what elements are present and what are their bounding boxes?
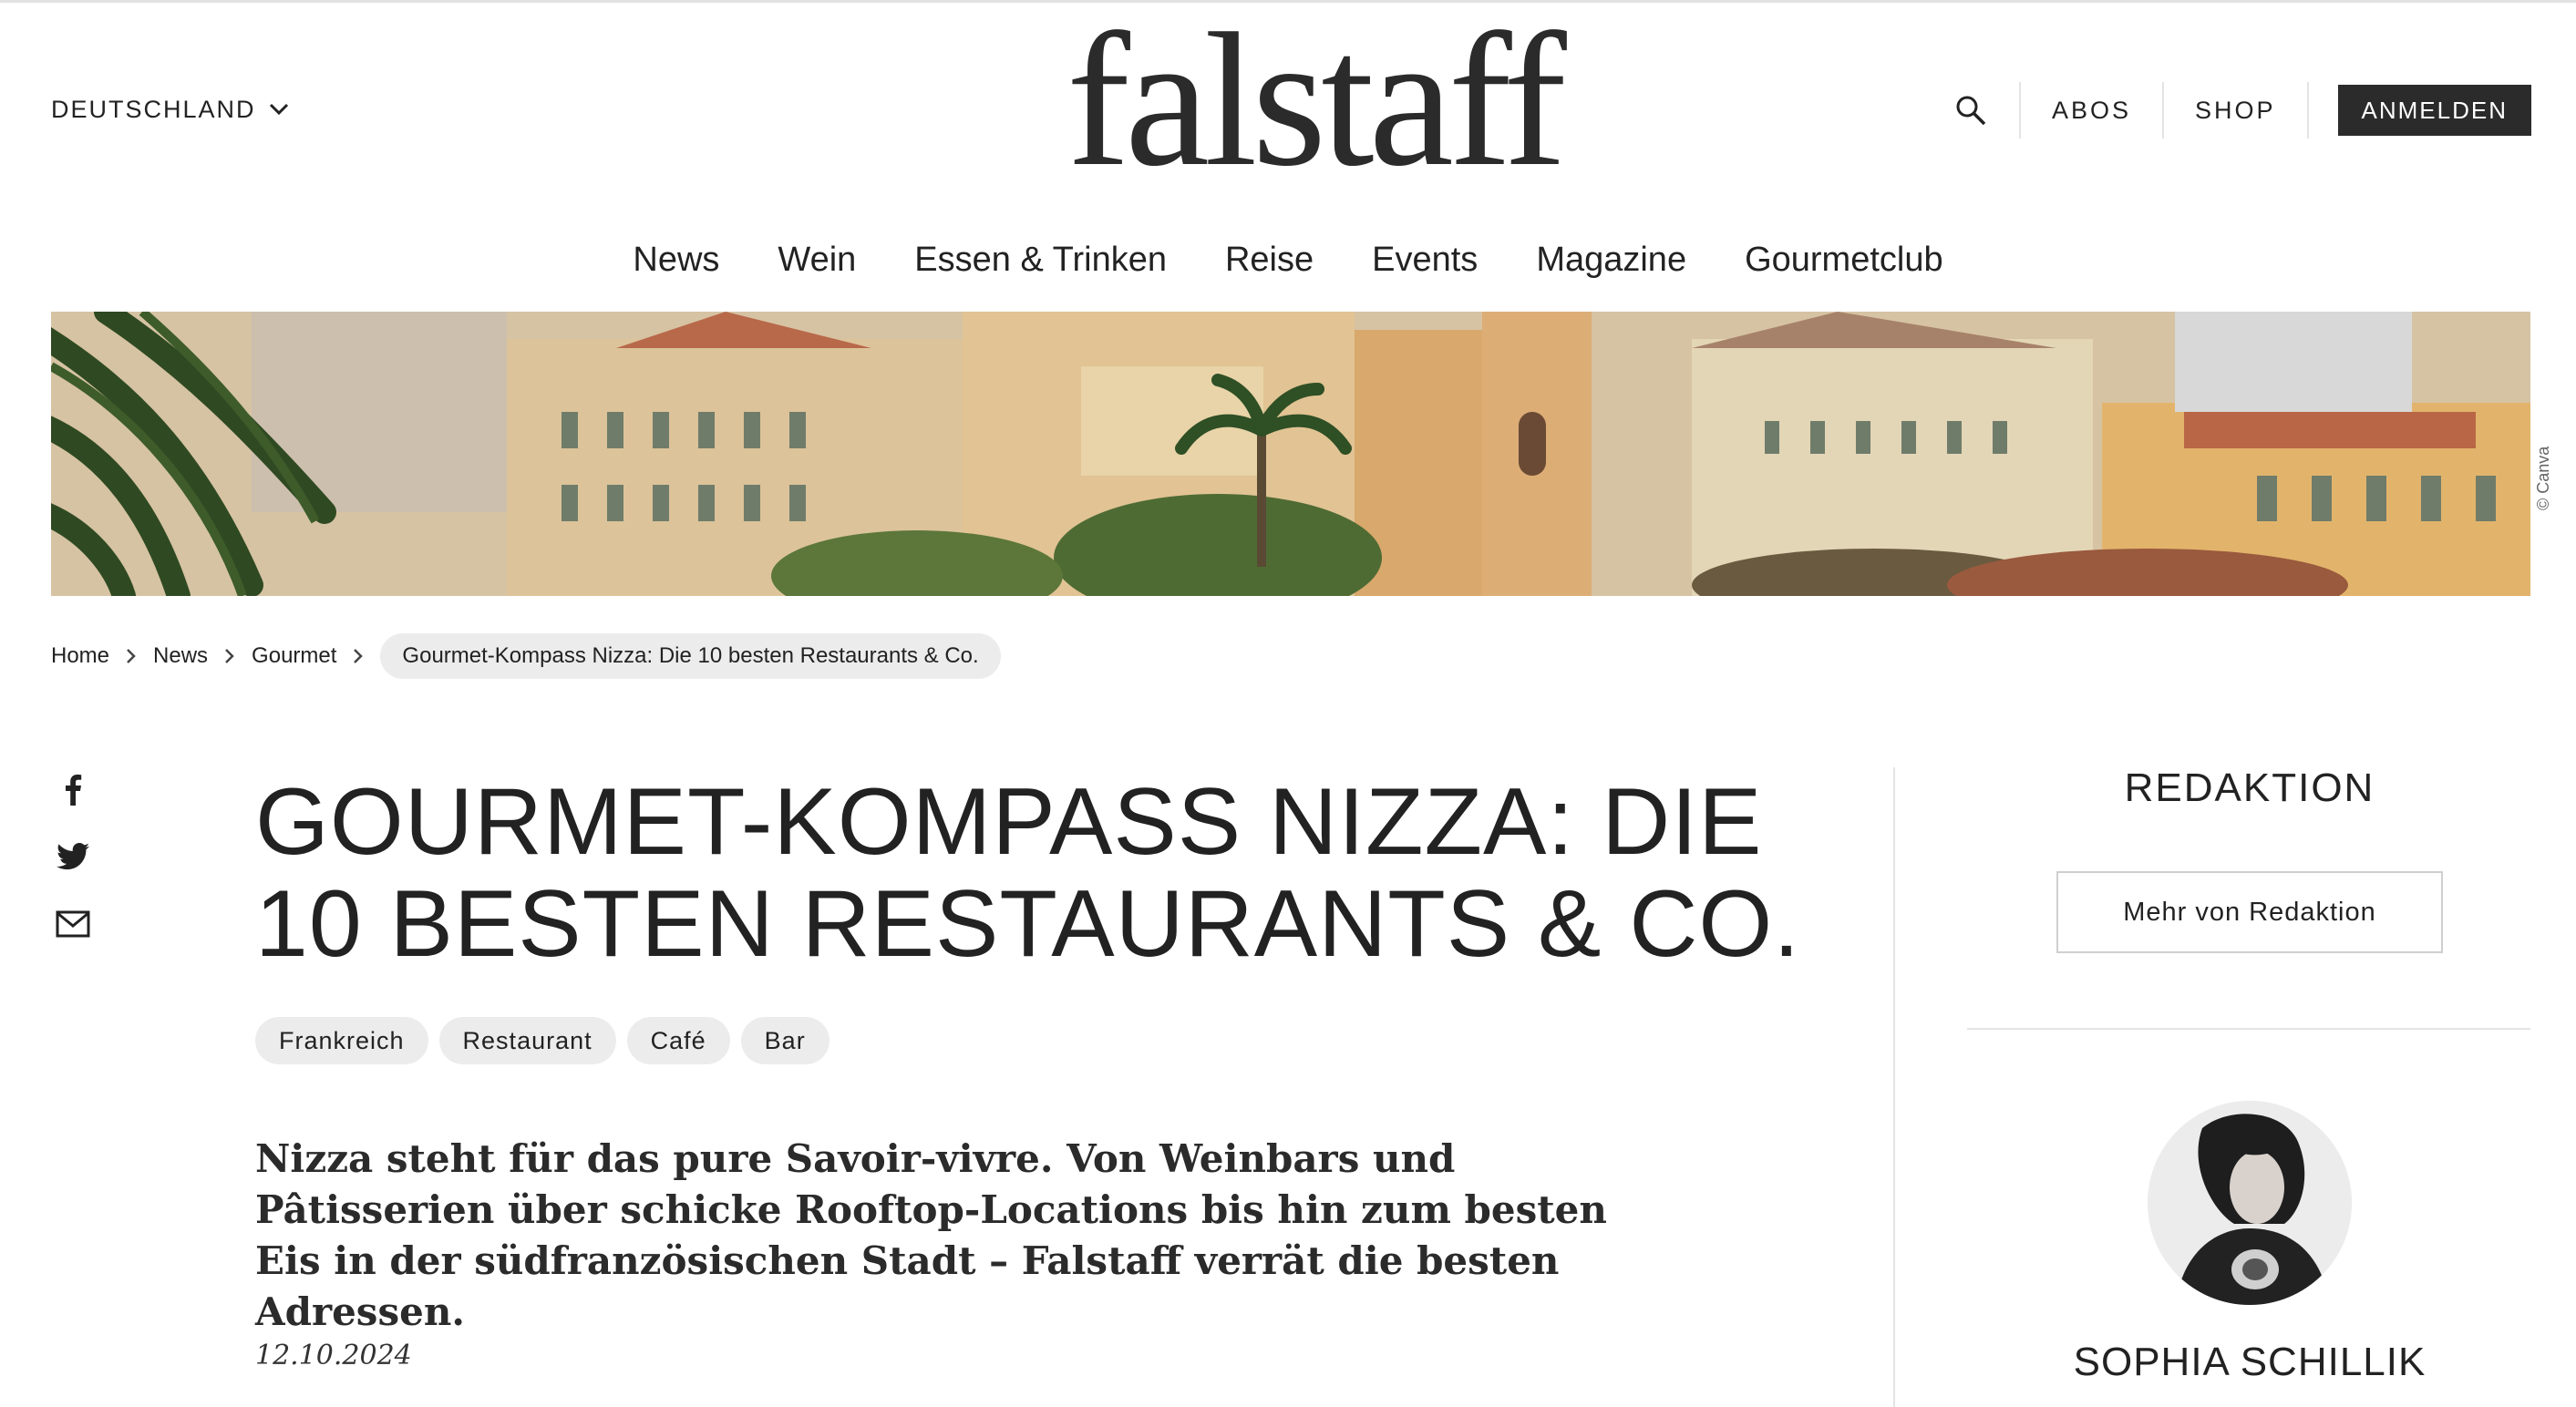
nav-item-events[interactable]: Events <box>1372 228 1478 292</box>
tag-frankreich[interactable]: Frankreich <box>255 1017 428 1064</box>
mail-icon <box>56 910 90 938</box>
nav-item-news[interactable]: News <box>633 228 719 292</box>
cityscape-illustration <box>51 312 2530 596</box>
tag-restaurant[interactable]: Restaurant <box>438 1017 616 1064</box>
main-navigation: News Wein Essen & Trinken Reise Events M… <box>0 228 2576 292</box>
sidebar-heading: REDAKTION <box>2124 765 2375 810</box>
breadcrumb-news[interactable]: News <box>153 643 208 669</box>
chevron-right-icon <box>224 648 235 664</box>
facebook-share-button[interactable] <box>55 771 91 807</box>
country-label: DEUTSCHLAND <box>51 95 256 123</box>
twitter-share-button[interactable] <box>55 838 91 875</box>
util-divider <box>2306 82 2309 139</box>
breadcrumb-current: Gourmet-Kompass Nizza: Die 10 besten Res… <box>380 633 1001 679</box>
country-selector[interactable]: DEUTSCHLAND <box>51 91 289 128</box>
facebook-icon <box>66 775 82 806</box>
tag-cafe[interactable]: Café <box>626 1017 730 1064</box>
nav-item-wein[interactable]: Wein <box>778 228 856 292</box>
author-avatar[interactable] <box>2148 1101 2352 1305</box>
share-bar <box>55 771 91 973</box>
search-button[interactable] <box>1942 82 1999 139</box>
chevron-down-icon <box>269 103 288 116</box>
abos-link[interactable]: ABOS <box>2021 97 2162 125</box>
article-title: GOURMET-KOMPASS NIZZA: DIE 10 BESTEN RES… <box>255 769 1801 977</box>
login-button[interactable]: ANMELDEN <box>2337 85 2531 136</box>
shop-link[interactable]: SHOP <box>2164 97 2307 125</box>
more-from-redaktion-button[interactable]: Mehr von Redaktion <box>2056 871 2443 953</box>
utility-nav: ABOS SHOP ANMELDEN <box>1942 82 2531 139</box>
breadcrumb-home[interactable]: Home <box>51 643 109 669</box>
chevron-right-icon <box>353 648 364 664</box>
article-lead: Nizza steht für das pure Savoir-vivre. V… <box>255 1136 1607 1334</box>
nav-item-gourmetclub[interactable]: Gourmetclub <box>1745 228 1943 292</box>
search-icon <box>1956 96 1986 126</box>
chevron-right-icon <box>126 648 137 664</box>
breadcrumb-gourmet[interactable]: Gourmet <box>252 643 336 669</box>
image-credit: © Canva <box>2534 446 2552 510</box>
sidebar-divider <box>1893 767 1895 1407</box>
author-name[interactable]: SOPHIA SCHILLIK <box>1969 1340 2530 1385</box>
publish-date: 12.10.2024 <box>255 1340 412 1371</box>
sidebar-separator <box>1967 1028 2530 1030</box>
twitter-icon <box>57 843 89 870</box>
author-portrait <box>2148 1101 2352 1305</box>
nav-item-reise[interactable]: Reise <box>1225 228 1314 292</box>
hero-image <box>51 312 2530 596</box>
tag-list: Frankreich Restaurant Café Bar <box>255 1017 840 1064</box>
falstaff-logo[interactable]: falstaff <box>1066 5 1567 196</box>
nav-item-essen-trinken[interactable]: Essen & Trinken <box>914 228 1167 292</box>
tag-bar[interactable]: Bar <box>740 1017 829 1064</box>
nav-item-magazine[interactable]: Magazine <box>1536 228 1686 292</box>
breadcrumb: Home News Gourmet Gourmet-Kompass Nizza:… <box>51 632 1001 680</box>
email-share-button[interactable] <box>55 906 91 942</box>
